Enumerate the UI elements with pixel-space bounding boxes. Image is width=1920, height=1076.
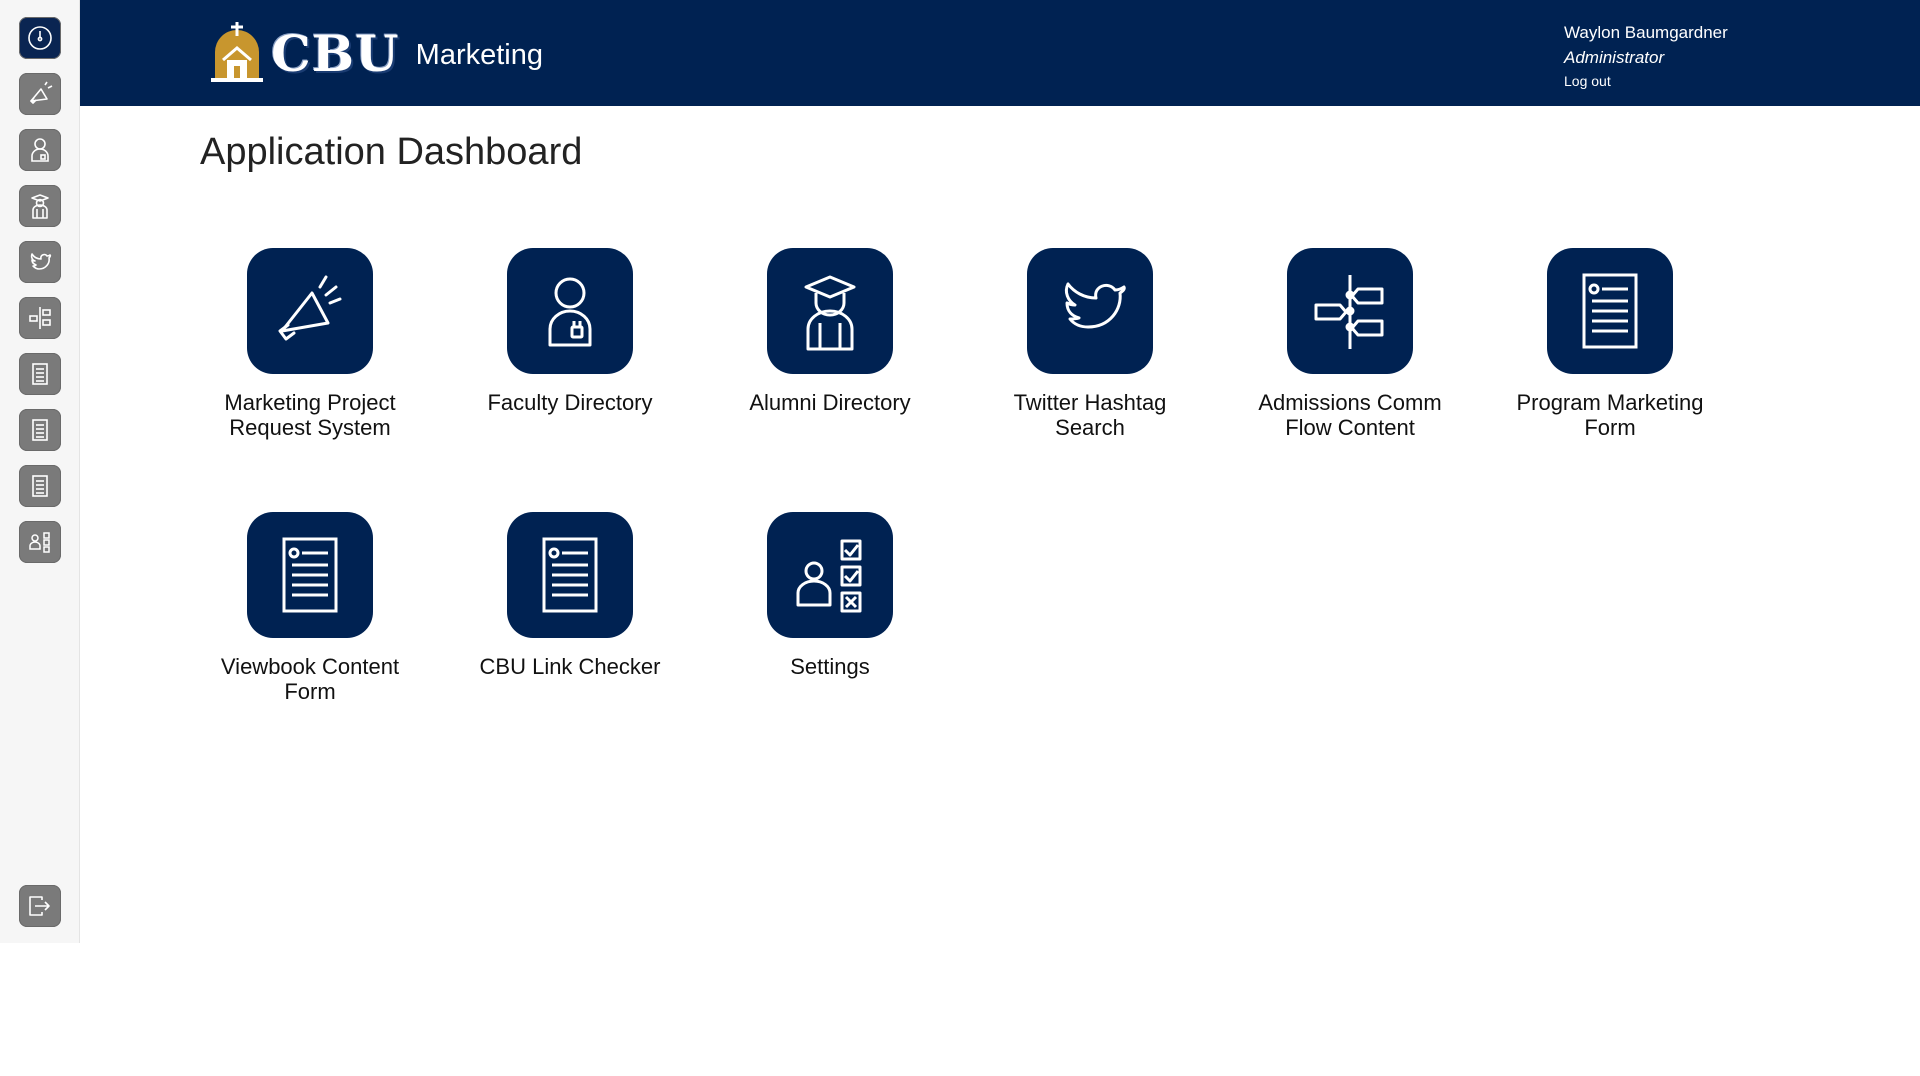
logo-text: CBU xyxy=(271,23,400,83)
exit-icon xyxy=(29,896,50,916)
sidebar-item-program-marketing[interactable] xyxy=(19,353,61,395)
chapel-logo-icon xyxy=(211,22,263,82)
megaphone-icon xyxy=(278,275,342,341)
app-icon-box xyxy=(767,512,893,638)
form-icon xyxy=(32,363,48,385)
app-icon-box xyxy=(247,512,373,638)
graduate-icon xyxy=(31,194,49,219)
logout-link[interactable]: Log out xyxy=(1564,70,1728,92)
app-tile-viewbook-content-form[interactable]: Viewbook Content Form xyxy=(200,512,420,704)
app-icon-box xyxy=(1547,248,1673,374)
sidebar-item-twitter[interactable] xyxy=(19,241,61,283)
sidebar xyxy=(0,0,80,943)
form-icon xyxy=(542,537,598,613)
app-tile-marketing-project-request[interactable]: Marketing Project Request System xyxy=(200,248,420,440)
app-icon-box xyxy=(1287,248,1413,374)
app-icon-box xyxy=(1027,248,1153,374)
app-tile-cbu-link-checker[interactable]: CBU Link Checker xyxy=(460,512,680,679)
app-label: Faculty Directory xyxy=(487,390,653,415)
twitter-icon xyxy=(30,253,52,270)
app-label: Marketing Project Request System xyxy=(224,390,396,440)
app-tile-admissions-comm-flow[interactable]: Admissions Comm Flow Content xyxy=(1240,248,1460,440)
settings-icon xyxy=(29,532,50,553)
app-tile-faculty-directory[interactable]: Faculty Directory xyxy=(460,248,680,415)
page-title: Application Dashboard xyxy=(200,131,583,173)
sidebar-item-viewbook[interactable] xyxy=(19,409,61,451)
app-icon-box xyxy=(507,512,633,638)
form-icon xyxy=(282,537,338,613)
app-tile-settings[interactable]: Settings xyxy=(720,512,940,679)
user-info: Waylon Baumgardner Administrator Log out xyxy=(1564,20,1728,92)
user-name: Waylon Baumgardner xyxy=(1564,23,1728,42)
app-label: Twitter Hashtag Search xyxy=(1013,390,1167,440)
faculty-icon xyxy=(31,138,49,162)
flow-icon xyxy=(29,307,51,329)
flow-icon xyxy=(1314,275,1384,349)
app-icon-box xyxy=(247,248,373,374)
app-label: Viewbook Content Form xyxy=(220,654,400,704)
sidebar-exit-button[interactable] xyxy=(19,885,61,927)
sidebar-item-settings[interactable] xyxy=(19,521,61,563)
app-tile-alumni-directory[interactable]: Alumni Directory xyxy=(720,248,940,415)
sidebar-item-link-checker[interactable] xyxy=(19,465,61,507)
sidebar-item-marketing-project[interactable] xyxy=(19,73,61,115)
megaphone-icon xyxy=(30,81,53,104)
app-icon-box xyxy=(767,248,893,374)
form-icon xyxy=(1582,273,1638,349)
app-name: Marketing xyxy=(415,38,543,71)
app-label: Settings xyxy=(790,654,870,679)
top-header: CBU Marketing Waylon Baumgardner Adminis… xyxy=(80,0,1920,106)
cbu-marketing-logo[interactable]: CBU Marketing xyxy=(209,20,543,86)
sidebar-item-faculty[interactable] xyxy=(19,129,61,171)
sidebar-item-admissions-flow[interactable] xyxy=(19,297,61,339)
app-label: Program Marketing Form xyxy=(1516,390,1704,440)
dashboard-icon xyxy=(28,26,52,50)
app-label: Admissions Comm Flow Content xyxy=(1258,390,1442,440)
app-tile-twitter-hashtag-search[interactable]: Twitter Hashtag Search xyxy=(980,248,1200,440)
app-tile-program-marketing-form[interactable]: Program Marketing Form xyxy=(1500,248,1720,440)
app-label: Alumni Directory xyxy=(749,390,911,415)
faculty-icon xyxy=(548,277,592,347)
sidebar-item-dashboard[interactable] xyxy=(19,17,61,59)
user-role: Administrator xyxy=(1564,48,1665,67)
app-label: CBU Link Checker xyxy=(479,654,661,679)
form-icon xyxy=(32,475,48,497)
settings-icon xyxy=(796,539,862,613)
graduate-icon xyxy=(804,275,856,351)
form-icon xyxy=(32,419,48,441)
twitter-icon xyxy=(1064,282,1126,329)
app-icon-box xyxy=(507,248,633,374)
sidebar-item-alumni[interactable] xyxy=(19,185,61,227)
